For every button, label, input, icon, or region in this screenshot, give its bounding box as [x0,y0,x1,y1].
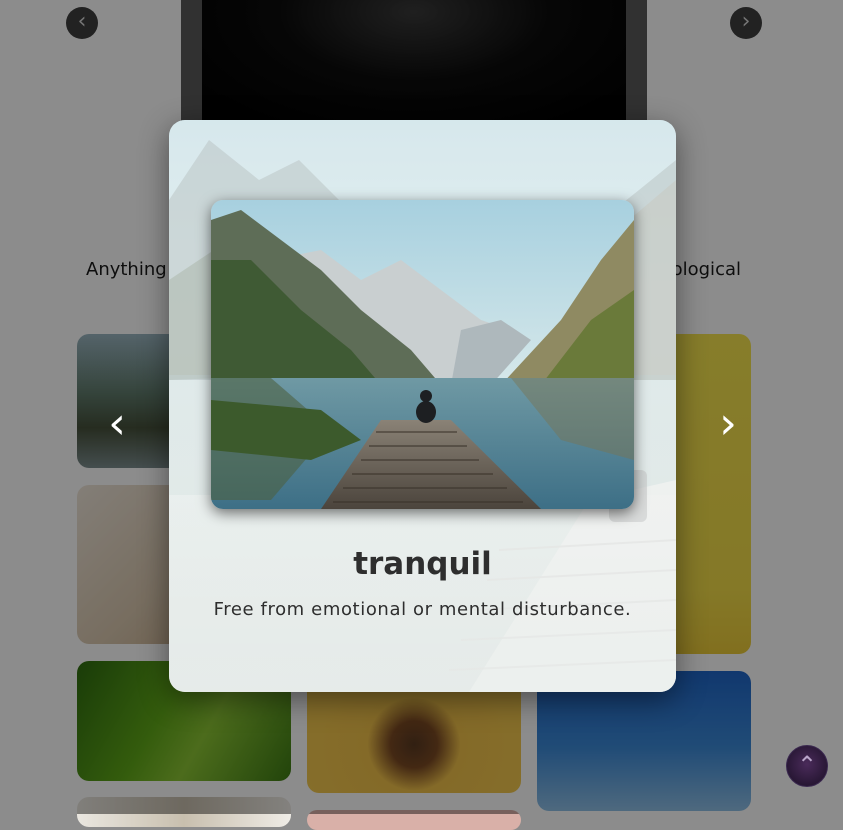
lightbox-next-button[interactable]: › [708,402,748,448]
chevron-up-icon: ⌃ [796,751,818,779]
chevron-left-icon: ‹ [108,398,126,449]
lightbox-image [211,200,634,509]
lightbox-title: tranquil [353,546,492,582]
lightbox-prev-button[interactable]: ‹ [97,402,137,448]
chevron-right-icon: › [719,398,737,449]
scroll-to-top-button[interactable]: ⌃ [786,745,828,787]
lightbox-modal: tranquil Free from emotional or mental d… [169,120,676,692]
lightbox-description: Free from emotional or mental disturbanc… [213,599,632,620]
